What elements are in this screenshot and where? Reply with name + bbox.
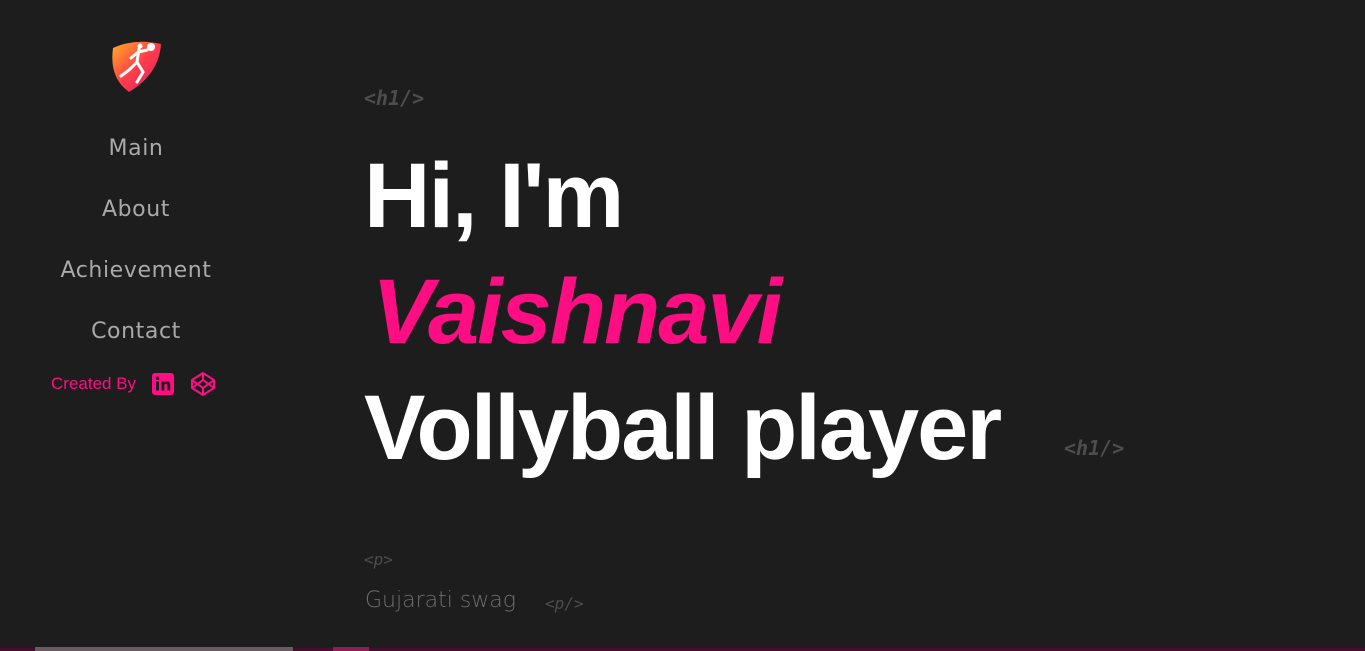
bottom-strip-segment	[333, 647, 369, 651]
headline-name: Vaishnavi	[372, 261, 782, 363]
nav-link-achievement[interactable]: Achievement	[60, 250, 211, 292]
nav-link-about[interactable]: About	[102, 189, 170, 231]
headline-role: Vollyball player	[364, 377, 1002, 479]
headline-greeting: Hi, I'm	[364, 145, 624, 247]
nav-link-contact[interactable]: Contact	[91, 311, 181, 353]
nav-item-main: Main	[0, 128, 272, 189]
h1-close-tag: <h1/>	[1064, 436, 1125, 460]
created-by-label: Created By	[51, 374, 137, 393]
p-open-tag: <p>	[364, 550, 393, 569]
nav-item-contact: Contact	[0, 311, 272, 372]
linkedin-icon[interactable]	[150, 371, 176, 397]
nav-link-main[interactable]: Main	[109, 128, 164, 170]
nav-item-about: About	[0, 189, 272, 250]
h1-open-tag: <h1/>	[364, 86, 425, 110]
volleyball-player-icon[interactable]	[107, 38, 163, 94]
sidebar: Main About Achievement Contact Created B…	[0, 0, 272, 651]
bottom-strip-segment	[35, 647, 293, 651]
hero-subtitle: Gujarati swag	[365, 588, 516, 613]
main-nav: Main About Achievement Contact	[0, 128, 272, 372]
page: Main About Achievement Contact Created B…	[0, 0, 1365, 651]
codepen-icon[interactable]	[190, 371, 216, 397]
p-close-tag: <p/>	[545, 594, 584, 613]
nav-item-achievement: Achievement	[0, 250, 272, 311]
created-by: Created By	[51, 370, 230, 398]
